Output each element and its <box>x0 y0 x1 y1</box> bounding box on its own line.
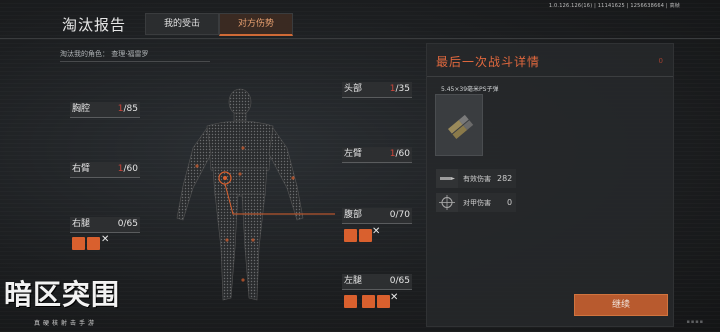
crosshair-icon <box>439 195 455 210</box>
part-max: /65 <box>123 219 138 229</box>
stat-value: 282 <box>497 174 513 183</box>
injury-status-icon <box>72 237 85 250</box>
part-left-arm: 左臂 1/60 <box>342 147 412 163</box>
tab-bar: 我的受击 对方伤势 <box>145 13 294 36</box>
page-title: 淘汰报告 <box>62 16 127 34</box>
part-name: 腹部 <box>344 210 363 220</box>
fracture-status-icon <box>87 237 100 250</box>
part-head: 头部 1/35 <box>342 82 412 98</box>
part-name: 左腿 <box>344 276 363 286</box>
part-max: /60 <box>123 164 138 174</box>
version-info: 1.0.126.126(16) | 11141625 | 1256638664 … <box>548 3 680 9</box>
part-right-leg: 右腿 0/65 <box>70 217 140 233</box>
killer-role-label: 淘汰我的角色： 查理·福雷罗 <box>60 50 149 58</box>
ammo-name: 5.45×39毫米PS子弹 <box>441 86 499 93</box>
injury-status-icon <box>344 229 357 242</box>
stat-label: 有效伤害 <box>463 175 491 183</box>
part-max: /85 <box>123 104 138 114</box>
tab-enemy-injuries[interactable]: 对方伤势 <box>219 13 294 36</box>
part-name: 右腿 <box>72 219 91 229</box>
injury-status-icon <box>362 295 375 308</box>
part-max: /65 <box>395 276 410 286</box>
tab-my-hits[interactable]: 我的受击 <box>145 13 220 35</box>
continue-button[interactable]: 继续 <box>574 294 668 316</box>
cross-icon: ✕ <box>101 234 110 245</box>
part-name: 头部 <box>344 84 363 94</box>
header-divider <box>0 38 720 39</box>
part-name: 左臂 <box>344 149 363 159</box>
bleeding-status-icon <box>344 295 357 308</box>
role-underline <box>60 61 210 62</box>
panel-divider <box>427 76 673 77</box>
ammo-item-slot[interactable] <box>435 94 483 156</box>
fracture-status-icon <box>359 229 372 242</box>
cross-icon: ✕ <box>390 292 399 303</box>
part-abdomen: 腹部 0/70 <box>342 208 412 224</box>
part-name: 右臂 <box>72 164 91 174</box>
stat-armor-damage: 对甲伤害 <box>436 193 516 212</box>
fracture-status-icon <box>377 295 390 308</box>
part-max: /35 <box>395 84 410 94</box>
ammo-icon <box>448 114 474 139</box>
part-max: /70 <box>395 210 410 220</box>
stat-value: 0 <box>507 198 513 207</box>
corner-decoration: ▪▪▪▪ <box>686 319 704 325</box>
panel-title: 最后一次战斗详情 <box>436 55 541 69</box>
part-chest: 胸腔 1/85 <box>70 102 140 118</box>
last-combat-panel: 最后一次战斗详情 0 5.45×39毫米PS子弹 有效伤害 282 对甲伤害 0… <box>426 43 674 327</box>
part-right-arm: 右臂 1/60 <box>70 162 140 178</box>
body-figure <box>176 88 335 301</box>
game-slogan: 真硬核射击手游 <box>34 320 98 327</box>
bullet-icon <box>440 177 455 180</box>
part-max: /60 <box>395 149 410 159</box>
stat-label: 对甲伤害 <box>463 199 491 207</box>
panel-marker: 0 <box>658 57 663 65</box>
cross-icon: ✕ <box>372 226 381 237</box>
part-left-leg: 左腿 0/65 <box>342 274 412 290</box>
part-name: 胸腔 <box>72 104 91 114</box>
game-logo: 暗区突围 <box>4 278 121 311</box>
